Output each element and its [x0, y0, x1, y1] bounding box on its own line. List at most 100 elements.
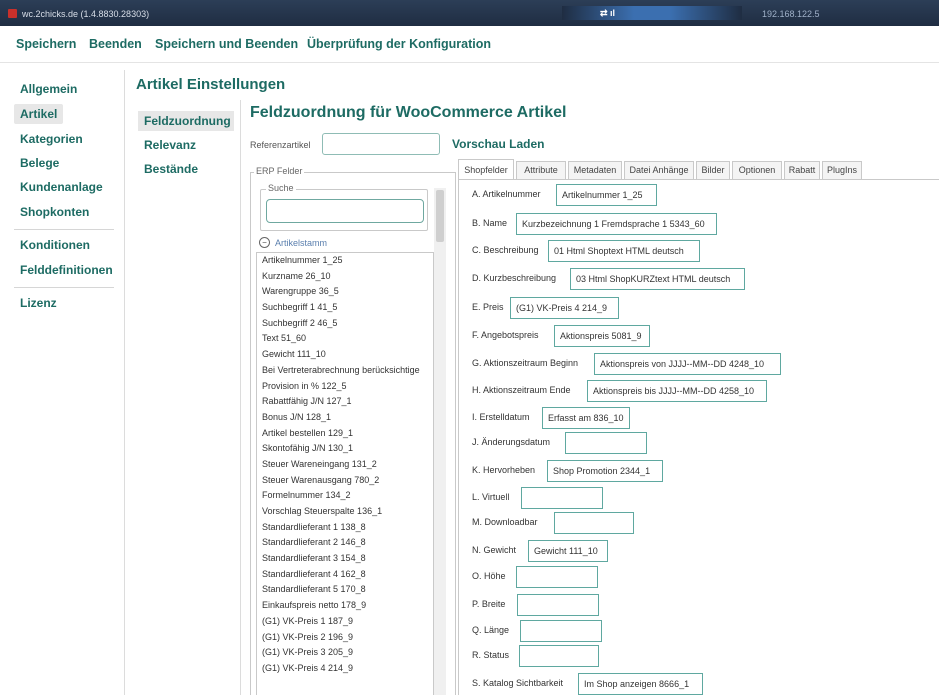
tab-datei-anhaenge[interactable]: Datei Anhänge	[624, 161, 694, 179]
erp-field-item[interactable]: Steuer Wareneingang 131_2	[257, 457, 433, 473]
erp-field-item[interactable]: Standardlieferant 5 170_8	[257, 582, 433, 598]
field-value-box[interactable]: Artikelnummer 1_25	[556, 184, 657, 206]
field-value-box[interactable]	[516, 566, 598, 588]
field-value-box[interactable]: Aktionspreis bis JJJJ--MM--DD 4258_10	[587, 380, 767, 402]
erp-field-item[interactable]: Einkaufspreis netto 178_9	[257, 598, 433, 614]
window-title: wc.2chicks.de (1.4.8830.28303)	[22, 9, 150, 19]
field-value-box[interactable]	[565, 432, 647, 454]
tab-bilder[interactable]: Bilder	[696, 161, 730, 179]
subnav-divider	[240, 100, 241, 695]
erp-field-item[interactable]: Standardlieferant 3 154_8	[257, 551, 433, 567]
field-value-box[interactable]	[520, 620, 602, 642]
erp-field-item[interactable]: Bei Vertreterabrechnung berücksichtige	[257, 363, 433, 379]
tab-metadaten[interactable]: Metadaten	[568, 161, 622, 179]
field-label: F. Angebotspreis	[472, 330, 539, 340]
tab-optionen[interactable]: Optionen	[732, 161, 782, 179]
erp-field-item[interactable]: Rabattfähig J/N 127_1	[257, 394, 433, 410]
menu-speichern-und-beenden[interactable]: Speichern und Beenden	[155, 37, 298, 51]
tab-plugins[interactable]: PlugIns	[822, 161, 862, 179]
field-value-box[interactable]	[517, 594, 599, 616]
nav-shopkonten[interactable]: Shopkonten	[20, 205, 89, 219]
erp-scrollbar-thumb[interactable]	[436, 190, 444, 242]
tab-attribute[interactable]: Attribute	[516, 161, 566, 179]
erp-field-item[interactable]: Suchbegriff 2 46_5	[257, 316, 433, 332]
erp-field-item[interactable]: (G1) VK-Preis 4 214_9	[257, 661, 433, 677]
field-label: S. Katalog Sichtbarkeit	[472, 678, 564, 688]
nav-lizenz[interactable]: Lizenz	[20, 296, 57, 310]
erp-field-item[interactable]: Text 51_60	[257, 331, 433, 347]
erp-field-item[interactable]: Warengruppe 36_5	[257, 284, 433, 300]
erp-field-item[interactable]: Vorschlag Steuerspalte 136_1	[257, 504, 433, 520]
field-value-box[interactable]: Erfasst am 836_10	[542, 407, 630, 429]
nav-kundenanlage[interactable]: Kundenanlage	[20, 180, 103, 194]
field-value-box[interactable]: Kurzbezeichnung 1 Fremdsprache 1 5343_60	[516, 213, 717, 235]
field-label: O. Höhe	[472, 571, 506, 581]
reference-article-input[interactable]	[322, 133, 440, 155]
field-label: A. Artikelnummer	[472, 189, 541, 199]
erp-field-item[interactable]: Standardlieferant 2 146_8	[257, 535, 433, 551]
field-value-box[interactable]: Aktionspreis von JJJJ--MM--DD 4248_10	[594, 353, 781, 375]
nav-kategorien[interactable]: Kategorien	[20, 132, 83, 146]
nav-konditionen[interactable]: Konditionen	[20, 238, 90, 252]
search-input[interactable]	[266, 199, 424, 223]
nav-artikel[interactable]: Artikel	[14, 104, 64, 124]
nav-divider	[124, 70, 125, 695]
erp-field-item[interactable]: Kurzname 26_10	[257, 269, 433, 285]
field-label: M. Downloadbar	[472, 517, 538, 527]
field-value-box[interactable]: Im Shop anzeigen 8666_1	[578, 673, 703, 695]
menu-konfiguration-pruefen[interactable]: Überprüfung der Konfiguration	[307, 37, 491, 51]
subnav-bestaende[interactable]: Bestände	[144, 162, 198, 176]
page-title: Feldzuordnung für WooCommerce Artikel	[250, 104, 567, 121]
field-value-box[interactable]: Shop Promotion 2344_1	[547, 460, 663, 482]
erp-field-item[interactable]: Artikel bestellen 129_1	[257, 426, 433, 442]
erp-field-item[interactable]: Steuer Warenausgang 780_2	[257, 473, 433, 489]
subnav-relevanz[interactable]: Relevanz	[144, 138, 196, 152]
tab-shopfelder[interactable]: Shopfelder	[458, 159, 514, 179]
erp-field-list: Artikelnummer 1_25 Kurzname 26_10 Warengru…	[256, 252, 434, 695]
tree-node-artikelstamm[interactable]: Artikelstamm	[275, 238, 327, 248]
erp-field-item[interactable]: Bonus J/N 128_1	[257, 410, 433, 426]
erp-field-item[interactable]: Formelnummer 134_2	[257, 488, 433, 504]
erp-field-item[interactable]: (G1) VK-Preis 1 187_9	[257, 614, 433, 630]
nav-felddefinitionen[interactable]: Felddefinitionen	[20, 263, 113, 277]
menu-beenden[interactable]: Beenden	[89, 37, 142, 51]
field-label: D. Kurzbeschreibung	[472, 273, 557, 283]
field-label: I. Erstelldatum	[472, 412, 530, 422]
nav-allgemein[interactable]: Allgemein	[20, 82, 77, 96]
field-label: K. Hervorheben	[472, 465, 536, 475]
field-value-box[interactable]: 03 Html ShopKURZtext HTML deutsch	[570, 268, 745, 290]
erp-field-item[interactable]: Artikelnummer 1_25	[257, 253, 433, 269]
field-value-box[interactable]	[521, 487, 603, 509]
field-value-box[interactable]: Aktionspreis 5081_9	[554, 325, 650, 347]
network-bar	[562, 6, 742, 20]
erp-field-item[interactable]: (G1) VK-Preis 3 205_9	[257, 645, 433, 661]
network-signal-icon: ⇄ ıl	[600, 8, 616, 18]
field-label: Q. Länge	[472, 625, 510, 635]
nav-separator	[14, 287, 114, 288]
erp-field-item[interactable]: Skontofähig J/N 130_1	[257, 441, 433, 457]
nav-belege[interactable]: Belege	[20, 156, 59, 170]
remote-ip: 192.168.122.5	[762, 9, 820, 19]
field-label: P. Breite	[472, 599, 506, 609]
field-label: H. Aktionszeitraum Ende	[472, 385, 571, 395]
nav-separator	[14, 229, 114, 230]
field-value-box[interactable]	[519, 645, 599, 667]
menu-speichern[interactable]: Speichern	[16, 37, 76, 51]
erp-field-item[interactable]: Standardlieferant 1 138_8	[257, 520, 433, 536]
subnav-feldzuordnung[interactable]: Feldzuordnung	[138, 111, 234, 131]
erp-scrollbar[interactable]	[434, 188, 446, 695]
field-value-box[interactable]: (G1) VK-Preis 4 214_9	[510, 297, 619, 319]
tab-rabatt[interactable]: Rabatt	[784, 161, 820, 179]
erp-field-item[interactable]: (G1) VK-Preis 2 196_9	[257, 630, 433, 646]
erp-field-item[interactable]: Gewicht 111_10	[257, 347, 433, 363]
field-label: C. Beschreibung	[472, 245, 539, 255]
field-value-box[interactable]: Gewicht 111_10	[528, 540, 608, 562]
erp-field-item[interactable]: Suchbegriff 1 41_5	[257, 300, 433, 316]
erp-field-item[interactable]: Standardlieferant 4 162_8	[257, 567, 433, 583]
field-value-box[interactable]: 01 Html Shoptext HTML deutsch	[548, 240, 700, 262]
collapse-icon[interactable]: −	[259, 237, 270, 248]
app-icon	[8, 9, 17, 18]
load-preview-button[interactable]: Vorschau Laden	[452, 137, 544, 151]
erp-field-item[interactable]: Provision in % 122_5	[257, 379, 433, 395]
field-value-box[interactable]	[554, 512, 634, 534]
